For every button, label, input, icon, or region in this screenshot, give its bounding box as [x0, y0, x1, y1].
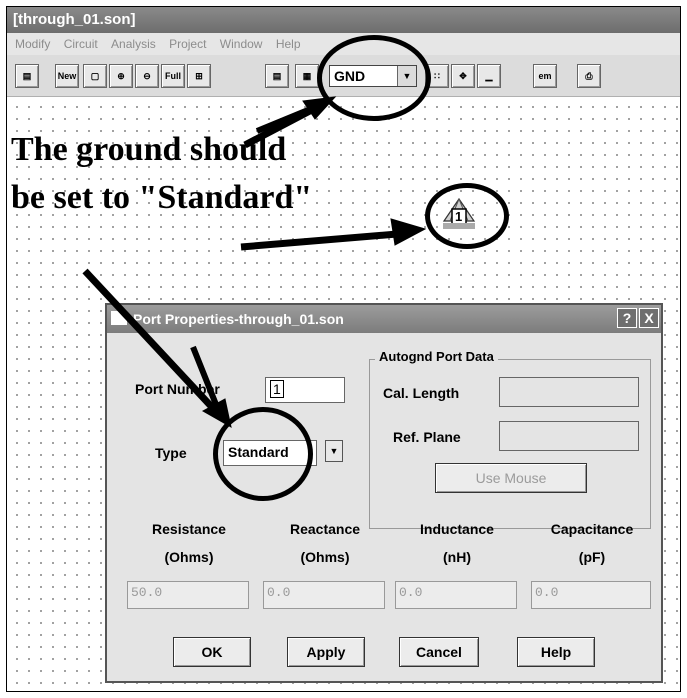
arrow-to-port: [240, 229, 410, 251]
app-window: [through_01.son] Modify Circuit Analysis…: [6, 6, 681, 692]
arrow-head-port: [390, 218, 427, 246]
annotation-arrows: [82, 96, 427, 428]
arrow-to-type: [82, 268, 226, 422]
